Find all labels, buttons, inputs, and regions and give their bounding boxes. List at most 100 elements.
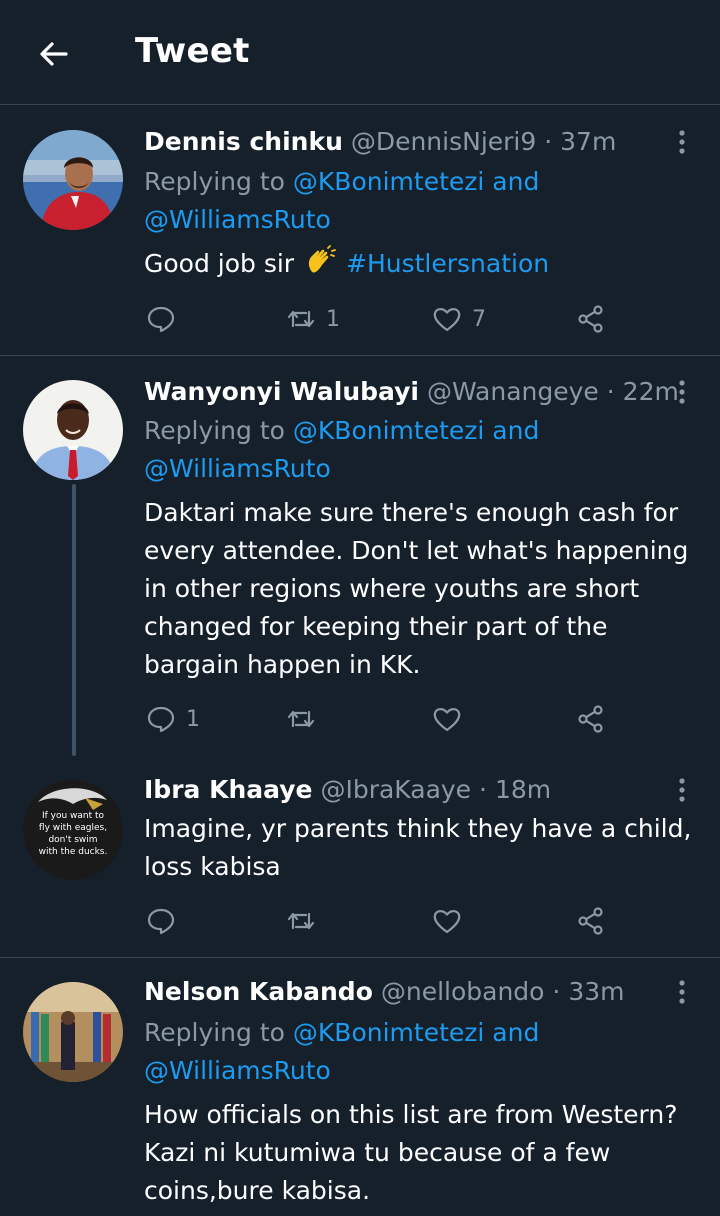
retweet-button[interactable]	[286, 904, 326, 938]
tweet-text-line: changed for keeping their part of the	[144, 612, 608, 641]
avatar[interactable]: If you want to fly with eagles, don't sw…	[23, 780, 123, 880]
tweet-text-line: How officials on this list are from West…	[144, 1100, 678, 1129]
mention-link[interactable]: @KBonimtetezi	[293, 1018, 484, 1047]
share-button[interactable]	[576, 302, 606, 336]
clapping-hands-icon	[304, 245, 336, 288]
tweet-text-content: Good job sir	[144, 249, 295, 278]
replying-to-label: Replying to	[144, 416, 285, 445]
mention-link[interactable]: @KBonimtetezi	[293, 167, 484, 196]
display-name[interactable]: Ibra Khaaye	[144, 775, 313, 804]
avatar[interactable]	[23, 982, 123, 1082]
more-vertical-icon	[679, 980, 685, 1004]
share-button[interactable]	[576, 904, 606, 938]
username-handle[interactable]: @nellobando	[381, 977, 545, 1006]
separator-dot: ·	[552, 977, 561, 1006]
tweet-text-line: bargain happen in KK.	[144, 650, 421, 679]
share-icon	[578, 305, 603, 333]
heart-icon	[433, 910, 461, 934]
share-button[interactable]	[576, 702, 606, 736]
tweet-item[interactable]: Dennis chinku @DennisNjeri9 · 37m Replyi…	[0, 106, 720, 356]
tweet-item[interactable]: Wanyonyi Walubayi @Wanangeye · 22m Reply…	[0, 356, 720, 756]
username-handle[interactable]: @Wanangeye	[427, 377, 599, 406]
replying-to: Replying to @KBonimtetezi and @WilliamsR…	[144, 163, 684, 239]
heart-icon	[433, 708, 461, 732]
tweet-text: How officials on this list are from West…	[144, 1096, 700, 1210]
retweet-button[interactable]: 1	[286, 302, 340, 336]
more-options-button[interactable]	[672, 376, 692, 408]
share-icon	[578, 705, 603, 733]
more-options-button[interactable]	[672, 976, 692, 1008]
tweet-text: Good job sir #Hustlersnation	[144, 245, 700, 288]
tweet-text-line: loss kabisa	[144, 852, 281, 881]
timestamp[interactable]: 22m	[623, 377, 679, 406]
and-link[interactable]: and	[492, 167, 539, 196]
comment-icon	[147, 706, 175, 733]
tweet-item[interactable]: If you want to fly with eagles, don't sw…	[0, 756, 720, 958]
back-button[interactable]	[36, 36, 72, 72]
timestamp[interactable]: 37m	[560, 127, 616, 156]
reply-button[interactable]	[146, 302, 186, 336]
more-vertical-icon	[679, 130, 685, 154]
reply-button[interactable]	[146, 904, 186, 938]
more-options-button[interactable]	[672, 126, 692, 158]
tweet-header: Nelson Kabando @nellobando · 33m	[144, 976, 625, 1008]
avatar-image	[23, 982, 123, 1082]
separator-dot: ·	[606, 377, 615, 406]
hashtag-link[interactable]: #Hustlersnation	[346, 249, 549, 278]
more-vertical-icon	[679, 778, 685, 802]
like-count: 7	[472, 306, 486, 332]
separator-dot: ·	[479, 775, 487, 804]
page-title: Tweet	[135, 31, 250, 71]
heart-icon	[433, 308, 461, 332]
tweet-text-line: in other regions where youths are short	[144, 574, 640, 603]
retweet-count: 1	[326, 306, 340, 332]
display-name[interactable]: Dennis chinku	[144, 127, 343, 156]
mention-link[interactable]: @WilliamsRuto	[144, 454, 331, 483]
arrow-left-icon	[40, 42, 68, 66]
more-options-button[interactable]	[672, 774, 692, 806]
like-button[interactable]: 7	[432, 302, 486, 336]
tweet-item[interactable]: Nelson Kabando @nellobando · 33m Replyin…	[0, 958, 720, 1216]
avatar-caption: If you want to fly with eagles, don't sw…	[38, 811, 108, 857]
reply-button[interactable]: 1	[146, 702, 200, 736]
top-app-bar: Tweet	[0, 0, 720, 105]
and-link[interactable]: and	[492, 416, 539, 445]
retweet-icon	[287, 310, 315, 328]
tweet-text-line: Kazi ni kutumiwa tu because of a few	[144, 1138, 611, 1167]
more-vertical-icon	[679, 380, 685, 404]
tweet-text-line: every attendee. Don't let what's happeni…	[144, 536, 689, 565]
mention-link[interactable]: @KBonimtetezi	[293, 416, 484, 445]
tweet-header: Wanyonyi Walubayi @Wanangeye · 22m	[144, 376, 679, 408]
tweet-text: Daktari make sure there's enough cash fo…	[144, 494, 700, 684]
username-handle[interactable]: @DennisNjeri9	[351, 127, 536, 156]
tweet-text-line: coins,bure kabisa.	[144, 1176, 371, 1205]
replying-to-label: Replying to	[144, 1018, 285, 1047]
avatar-image	[23, 130, 123, 230]
replying-to: Replying to @KBonimtetezi and @WilliamsR…	[144, 1014, 684, 1090]
timestamp[interactable]: 18m	[495, 775, 551, 804]
replying-to-label: Replying to	[144, 167, 285, 196]
avatar[interactable]	[23, 380, 123, 480]
retweet-icon	[287, 912, 315, 930]
share-icon	[578, 907, 603, 935]
mention-link[interactable]: @WilliamsRuto	[144, 205, 331, 234]
tweet-header: Dennis chinku @DennisNjeri9 · 37m	[144, 126, 616, 158]
avatar[interactable]	[23, 130, 123, 230]
like-button[interactable]	[432, 904, 472, 938]
like-button[interactable]	[432, 702, 472, 736]
avatar-image	[23, 380, 123, 480]
tweet-text-line: Imagine, yr parents think they have a ch…	[144, 814, 692, 843]
mention-link[interactable]: @WilliamsRuto	[144, 1056, 331, 1085]
display-name[interactable]: Nelson Kabando	[144, 977, 373, 1006]
display-name[interactable]: Wanyonyi Walubayi	[144, 377, 419, 406]
thread-line	[72, 484, 76, 756]
tweet-text-line: Daktari make sure there's enough cash fo…	[144, 498, 679, 527]
timestamp[interactable]: 33m	[568, 977, 624, 1006]
tweet-text: Imagine, yr parents think they have a ch…	[144, 810, 700, 886]
tweet-header: Ibra Khaaye @IbraKaaye · 18m	[144, 774, 551, 806]
comment-icon	[147, 306, 175, 333]
reply-count: 1	[186, 706, 200, 732]
and-link[interactable]: and	[492, 1018, 539, 1047]
retweet-button[interactable]	[286, 702, 326, 736]
username-handle[interactable]: @IbraKaaye	[320, 775, 471, 804]
